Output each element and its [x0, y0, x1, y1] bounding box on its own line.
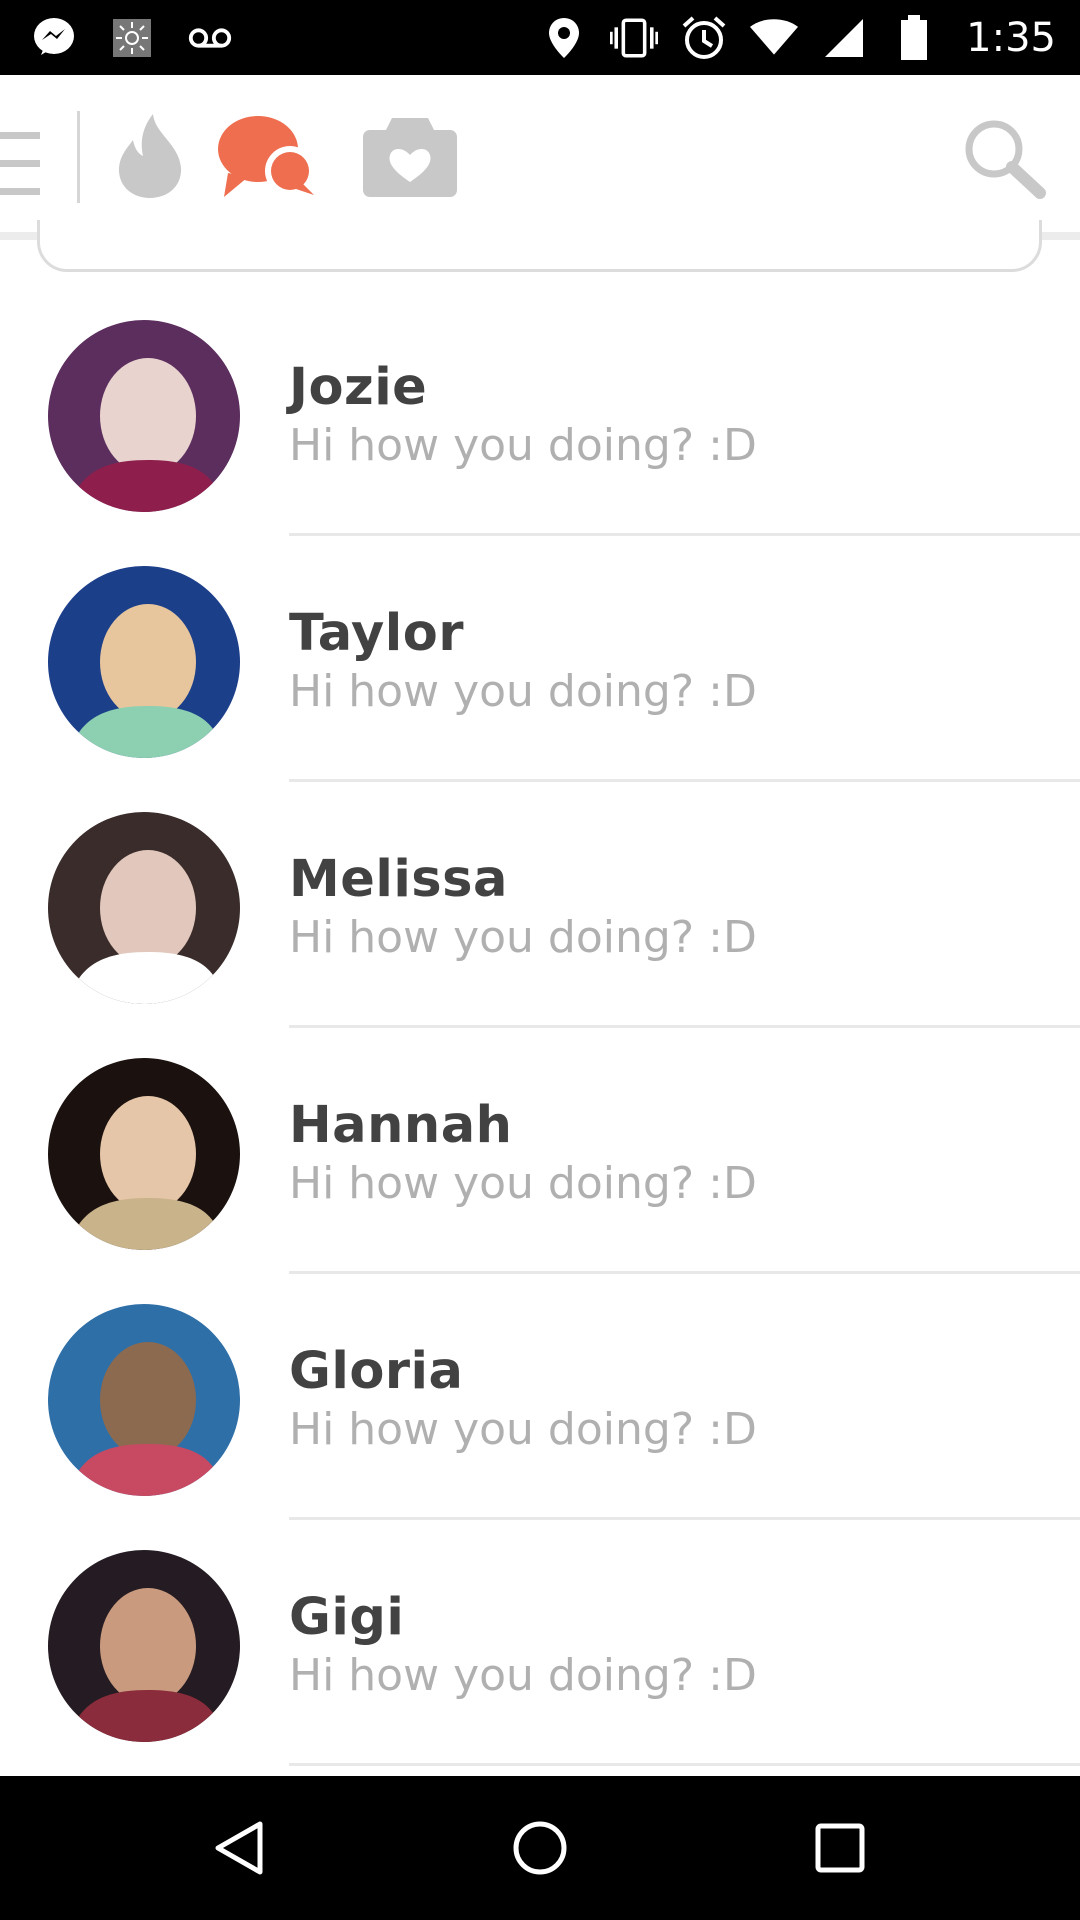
chat-bubbles-icon	[216, 113, 320, 204]
matches-list: Jozie Hi how you doing? :D Taylor Hi how yo…	[0, 290, 1080, 1766]
avatar[interactable]	[48, 1304, 240, 1496]
recents-icon	[815, 1823, 865, 1873]
row-divider	[289, 1763, 1080, 1766]
last-message: Hi how you doing? :D	[289, 1158, 757, 1209]
location-icon	[540, 14, 588, 62]
avatar[interactable]	[48, 566, 240, 758]
status-time: 1:35	[966, 14, 1056, 61]
match-name: Gigi	[289, 1588, 405, 1647]
home-icon	[513, 1821, 567, 1875]
wifi-icon	[750, 14, 799, 62]
match-row[interactable]: Gigi Hi how you doing? :D	[0, 1520, 1080, 1766]
voicemail-icon	[186, 14, 234, 62]
alarm-icon	[680, 14, 728, 62]
signal-icon	[820, 14, 868, 62]
flame-icon	[115, 112, 185, 205]
search-bar[interactable]	[37, 220, 1042, 272]
top-navigation	[0, 75, 1080, 240]
camera-heart-icon	[362, 114, 458, 203]
match-name: Melissa	[289, 850, 508, 909]
last-message: Hi how you doing? :D	[289, 1650, 757, 1701]
vibrate-icon	[610, 14, 659, 62]
tab-moments[interactable]	[362, 113, 458, 203]
nav-divider	[77, 111, 80, 203]
search-icon[interactable]	[962, 117, 1046, 201]
last-message: Hi how you doing? :D	[289, 912, 757, 963]
status-bar: 1:35	[0, 0, 1080, 75]
recents-button[interactable]	[800, 1808, 880, 1888]
battery-icon	[890, 14, 938, 62]
avatar[interactable]	[48, 320, 240, 512]
match-row[interactable]: Jozie Hi how you doing? :D	[0, 290, 1080, 536]
messenger-icon	[30, 14, 78, 62]
back-button[interactable]	[200, 1808, 280, 1888]
match-row[interactable]: Gloria Hi how you doing? :D	[0, 1274, 1080, 1520]
home-button[interactable]	[500, 1808, 580, 1888]
tab-discover[interactable]	[112, 113, 188, 203]
match-name: Hannah	[289, 1096, 513, 1155]
avatar[interactable]	[48, 812, 240, 1004]
avatar[interactable]	[48, 1550, 240, 1742]
back-icon	[215, 1821, 263, 1875]
system-navigation-bar	[0, 1776, 1080, 1920]
last-message: Hi how you doing? :D	[289, 420, 757, 471]
avatar[interactable]	[48, 1058, 240, 1250]
last-message: Hi how you doing? :D	[289, 1404, 757, 1455]
match-name: Jozie	[289, 358, 428, 417]
match-row[interactable]: Melissa Hi how you doing? :D	[0, 782, 1080, 1028]
match-name: Gloria	[289, 1342, 464, 1401]
brightness-icon	[108, 14, 156, 62]
last-message: Hi how you doing? :D	[289, 666, 757, 717]
menu-icon[interactable]	[0, 130, 42, 200]
match-row[interactable]: Hannah Hi how you doing? :D	[0, 1028, 1080, 1274]
match-name: Taylor	[289, 604, 464, 663]
match-row[interactable]: Taylor Hi how you doing? :D	[0, 536, 1080, 782]
tab-messages[interactable]	[216, 113, 320, 203]
